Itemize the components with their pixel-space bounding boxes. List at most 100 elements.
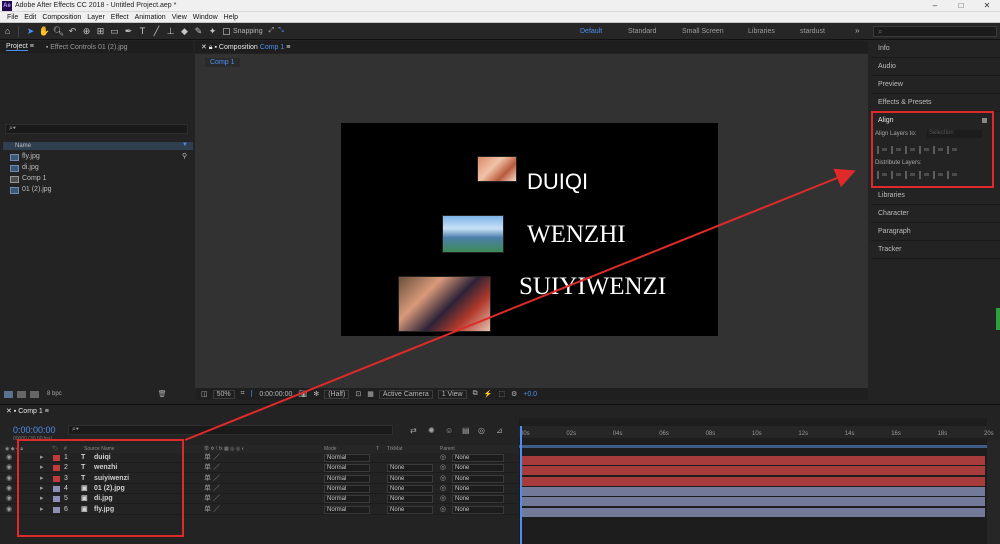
tab-effect-controls[interactable]: ▪ Effect Controls 01 (2).jpg: [40, 44, 134, 51]
frame-blending-icon[interactable]: ▤: [462, 426, 470, 435]
parent-dropdown[interactable]: None: [452, 484, 504, 493]
close-button[interactable]: ✕: [974, 0, 1000, 12]
visibility-eye-icon[interactable]: ◉: [6, 484, 12, 494]
layer-duration-bar[interactable]: [522, 486, 985, 496]
workspace-stardust[interactable]: stardust: [800, 28, 825, 35]
search-help-input[interactable]: ⌕: [873, 26, 997, 37]
project-item[interactable]: di.jpg: [10, 163, 180, 173]
menu-window[interactable]: Window: [190, 14, 221, 21]
menu-view[interactable]: View: [169, 14, 190, 21]
workspace-small-screen[interactable]: Small Screen: [682, 28, 724, 35]
sort-chevron-down-icon[interactable]: ▼: [182, 142, 188, 148]
layer-duration-bar[interactable]: [522, 466, 985, 476]
puppet-pin-tool-icon[interactable]: ✦: [206, 25, 219, 38]
snap-mode-icon[interactable]: ⤡: [278, 27, 284, 35]
canvas-text-duiqi[interactable]: DUIQI: [527, 169, 588, 195]
panel-tracker[interactable]: Tracker: [871, 241, 1000, 259]
brush-tool-icon[interactable]: ╱: [150, 25, 163, 38]
snapshot-icon[interactable]: 📷︎: [298, 390, 307, 398]
tab-composition[interactable]: ✕ 🔒︎ ▪ Composition Comp 1 ≡: [195, 43, 296, 52]
blend-mode-dropdown[interactable]: Normal: [324, 495, 370, 504]
duiqi-image-layer[interactable]: [477, 156, 517, 182]
layer-duration-bar[interactable]: [522, 476, 985, 486]
menu-composition[interactable]: Composition: [39, 14, 84, 21]
canvas-text-wenzhi[interactable]: WENZHI: [527, 221, 626, 249]
zoom-dropdown[interactable]: 50%: [212, 389, 235, 399]
safe-zones-icon[interactable]: ⌗: [241, 390, 245, 398]
new-composition-icon[interactable]: [30, 390, 39, 398]
parent-dropdown[interactable]: None: [452, 454, 504, 462]
transparency-grid-icon[interactable]: ▦: [367, 390, 374, 398]
bpc-indicator[interactable]: 8 bpc: [47, 391, 62, 397]
snapping-checkbox[interactable]: [223, 27, 230, 35]
visibility-eye-icon[interactable]: ◉: [6, 505, 12, 515]
panel-character[interactable]: Character: [871, 205, 1000, 223]
menu-effect[interactable]: Effect: [108, 14, 132, 21]
project-search-input[interactable]: ⌕▾: [5, 124, 188, 134]
roto-brush-tool-icon[interactable]: ✎: [192, 25, 205, 38]
timeline-icon[interactable]: ⬚: [498, 390, 505, 398]
trkmat-dropdown[interactable]: None: [387, 464, 433, 473]
snapping-toggle[interactable]: Snapping ⤢ ⤡: [223, 27, 284, 35]
exposure-value[interactable]: +0.0: [523, 391, 537, 398]
pick-whip-icon[interactable]: ◎: [440, 453, 446, 463]
suiyiwenzi-image-layer[interactable]: [398, 276, 491, 332]
maximize-button[interactable]: □: [948, 0, 974, 12]
panel-libraries[interactable]: Libraries: [871, 187, 1000, 205]
resolution-dropdown[interactable]: (Half): [324, 389, 350, 399]
pick-whip-icon[interactable]: ◎: [440, 494, 446, 504]
flowchart-icon[interactable]: ⚙: [511, 390, 517, 398]
comp-breadcrumb[interactable]: Comp 1: [205, 58, 240, 67]
switches[interactable]: 单 ／: [204, 453, 220, 463]
visibility-eye-icon[interactable]: ◉: [6, 494, 12, 504]
menu-animation[interactable]: Animation: [132, 14, 169, 21]
graph-editor-icon[interactable]: ⊿: [496, 426, 503, 435]
rectangle-tool-icon[interactable]: ▭: [108, 25, 121, 38]
menu-file[interactable]: File: [4, 14, 21, 21]
region-of-interest-icon[interactable]: ⊡: [355, 390, 361, 398]
pick-whip-icon[interactable]: ◎: [440, 505, 446, 515]
trkmat-dropdown[interactable]: None: [387, 474, 433, 483]
camera-tool-icon[interactable]: ⊕: [80, 25, 93, 38]
zoom-tool-icon[interactable]: 🔍︎: [52, 25, 65, 38]
rotate-tool-icon[interactable]: ↶: [66, 25, 79, 38]
camera-dropdown[interactable]: Active Camera: [378, 389, 433, 399]
menu-edit[interactable]: Edit: [21, 14, 39, 21]
mask-visibility-icon[interactable]: ⌈: [251, 390, 254, 398]
trkmat-dropdown[interactable]: None: [387, 484, 433, 493]
project-item[interactable]: 01 (2).jpg: [10, 185, 180, 195]
panel-info[interactable]: Info: [871, 40, 1000, 58]
snap-options-icon[interactable]: ⤢: [269, 27, 275, 35]
blend-mode-dropdown[interactable]: Normal: [324, 464, 370, 473]
visibility-eye-icon[interactable]: ◉: [6, 453, 12, 463]
switches[interactable]: 单 ／: [204, 484, 220, 494]
switches[interactable]: 单 ／: [204, 463, 220, 473]
motion-blur-icon[interactable]: ◎: [478, 426, 485, 435]
shy-layers-icon[interactable]: ☺: [445, 426, 453, 435]
new-folder-icon[interactable]: [17, 390, 26, 398]
tab-comp-1-timeline[interactable]: ✕ ▪ Comp 1 ≡: [0, 407, 55, 415]
interpret-footage-icon[interactable]: [4, 390, 13, 398]
layer-duration-bar[interactable]: [522, 456, 985, 465]
pan-behind-tool-icon[interactable]: ⊞: [94, 25, 107, 38]
menu-layer[interactable]: Layer: [84, 14, 108, 21]
parent-dropdown[interactable]: None: [452, 464, 504, 473]
visibility-eye-icon[interactable]: ◉: [6, 463, 12, 473]
workspace-standard[interactable]: Standard: [628, 28, 656, 35]
wenzhi-image-layer[interactable]: [442, 215, 504, 253]
timeline-search-input[interactable]: ⌕▾: [68, 425, 393, 435]
composition-mini-flowchart-icon[interactable]: ⇄: [410, 426, 417, 435]
switches[interactable]: 单 ／: [204, 505, 220, 515]
visibility-eye-icon[interactable]: ◉: [6, 474, 12, 484]
pick-whip-icon[interactable]: ◎: [440, 463, 446, 473]
trkmat-dropdown[interactable]: None: [387, 495, 433, 504]
selection-tool-icon[interactable]: ➤: [24, 25, 37, 38]
composition-viewer[interactable]: Comp 1 DUIQI WENZHI SUIYIWENZI: [195, 54, 868, 388]
blend-mode-dropdown[interactable]: Normal: [324, 505, 370, 514]
show-channel-icon[interactable]: ✻: [313, 390, 319, 398]
current-time-display[interactable]: 0:00:00:00: [13, 425, 56, 435]
view-layout-dropdown[interactable]: 1 View: [437, 389, 467, 399]
panel-effects-presets[interactable]: Effects & Presets: [871, 94, 1000, 112]
hand-tool-icon[interactable]: ✋: [38, 25, 51, 38]
blend-mode-dropdown[interactable]: Normal: [324, 484, 370, 493]
